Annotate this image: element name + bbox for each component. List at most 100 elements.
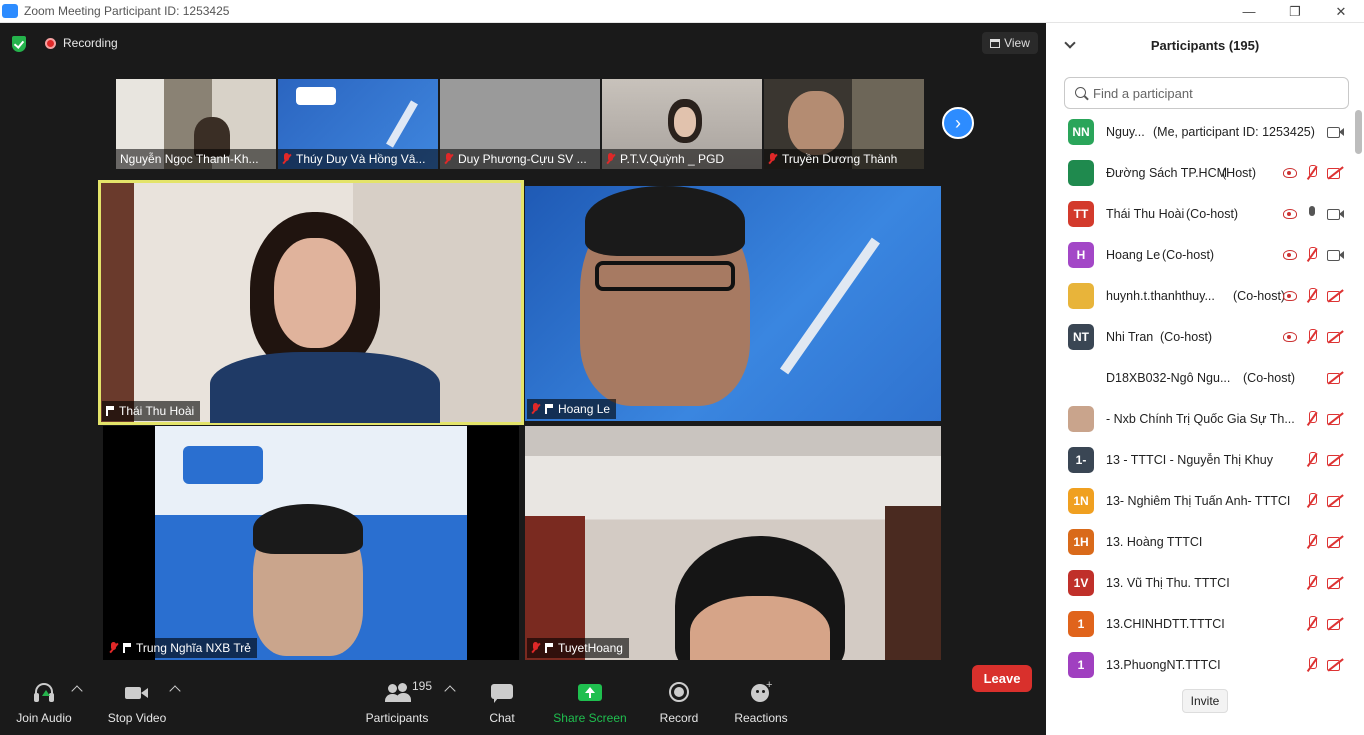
recording-cloud-icon (1283, 290, 1297, 301)
restore-button[interactable]: ❐ (1272, 0, 1318, 23)
mic-muted-icon[interactable] (1305, 329, 1319, 344)
share-screen-label: Share Screen (553, 711, 627, 725)
sach-logo-icon (296, 87, 336, 105)
video-tile[interactable]: TuyetHoang (525, 426, 941, 660)
video-on-icon[interactable] (1327, 126, 1344, 138)
search-icon (1075, 87, 1086, 98)
participant-avatar (1068, 159, 1094, 186)
participant-search[interactable] (1064, 77, 1349, 109)
video-thumbnail[interactable]: Truyền Dương Thành (764, 79, 924, 169)
tile-name-label: Trung Nghĩa NXB Trẻ (105, 638, 257, 658)
mic-muted-icon[interactable] (1305, 616, 1319, 631)
mic-muted-icon[interactable] (1305, 657, 1319, 672)
mic-muted-icon[interactable] (1305, 165, 1319, 180)
door-graphic (885, 506, 941, 660)
video-off-icon[interactable] (1327, 331, 1344, 343)
minimize-button[interactable]: — (1226, 0, 1272, 23)
participant-avatar: 1 (1068, 651, 1094, 678)
video-on-icon[interactable] (1327, 208, 1344, 220)
video-thumbnail[interactable]: P.T.V.Quỳnh _ PGD (602, 79, 762, 169)
mic-muted-icon[interactable] (1305, 247, 1319, 262)
video-off-icon[interactable] (1327, 577, 1344, 589)
video-camera-icon (124, 681, 150, 705)
video-tile[interactable]: Hoang Le (525, 186, 941, 421)
video-off-icon[interactable] (1327, 372, 1344, 384)
video-off-icon[interactable] (1327, 659, 1344, 671)
next-page-arrow-icon[interactable]: › (942, 107, 974, 139)
mic-muted-icon[interactable] (1305, 452, 1319, 467)
participant-avatar: 1N (1068, 487, 1094, 514)
mic-muted-icon[interactable] (1305, 288, 1319, 303)
mic-icon[interactable] (1305, 206, 1319, 221)
video-thumbnail[interactable]: Duy Phương-Cựu SV ... (440, 79, 600, 169)
participant-row[interactable]: Đường Sách TP.HCM (Host) (1046, 152, 1356, 193)
thumbnail-name: Nguyễn Ngọc Thanh-Kh... (116, 149, 276, 169)
chat-label: Chat (489, 711, 515, 725)
participant-status-icons (1305, 575, 1344, 590)
participant-row[interactable]: 1 13.PhuongNT.TTTCI (1046, 644, 1356, 685)
video-off-icon[interactable] (1327, 618, 1344, 630)
chat-button[interactable]: Chat (478, 673, 526, 735)
collapse-chevron-icon[interactable] (1064, 37, 1076, 49)
mic-muted-icon[interactable] (1305, 575, 1319, 590)
reactions-button[interactable]: + Reactions (730, 673, 792, 735)
participant-row[interactable]: 1H 13. Hoàng TTTCI (1046, 521, 1356, 562)
recording-label: Recording (63, 36, 118, 50)
participant-row[interactable]: D18XB032-Ngô Ngu... (Co-host) (1046, 357, 1356, 398)
security-shield-icon[interactable] (12, 36, 26, 52)
stop-video-button[interactable]: Stop Video (103, 673, 171, 735)
participant-status-icons (1283, 206, 1344, 221)
invite-button[interactable]: Invite (1182, 689, 1228, 713)
mic-muted-icon[interactable] (1305, 534, 1319, 549)
participant-role: (Co-host) (1233, 288, 1286, 303)
smiley-plus-icon: + (748, 679, 774, 705)
view-button[interactable]: View (982, 32, 1038, 54)
close-button[interactable]: ✕ (1318, 0, 1364, 23)
thumbnail-name: Duy Phương-Cựu SV ... (440, 149, 600, 169)
participant-name: Hoang Le (1106, 247, 1161, 262)
video-thumbnail[interactable]: Nguyễn Ngọc Thanh-Kh... (116, 79, 276, 169)
record-button[interactable]: Record (654, 673, 704, 735)
participant-row[interactable]: NN Nguy... (Me, participant ID: 1253425) (1046, 111, 1356, 152)
thumbnail-name: P.T.V.Quỳnh _ PGD (602, 149, 762, 169)
video-on-icon[interactable] (1327, 249, 1344, 261)
participants-icon (384, 681, 411, 705)
participant-search-input[interactable] (1093, 85, 1333, 101)
mic-muted-icon (109, 642, 118, 654)
video-options-caret-icon[interactable] (169, 685, 181, 697)
participants-options-caret-icon[interactable] (444, 685, 456, 697)
ceiling-graphic (525, 426, 941, 456)
join-audio-button[interactable]: Join Audio (10, 673, 78, 735)
video-tile[interactable]: Trung Nghĩa NXB Trẻ (103, 426, 519, 660)
share-screen-button[interactable]: Share Screen (552, 673, 628, 735)
participant-status-icons (1283, 329, 1344, 344)
video-off-icon[interactable] (1327, 167, 1344, 179)
video-off-icon[interactable] (1327, 454, 1344, 466)
participant-avatar: TT (1068, 200, 1094, 227)
video-off-icon[interactable] (1327, 413, 1344, 425)
participant-avatar: 1- (1068, 446, 1094, 473)
mic-muted-icon[interactable] (1305, 411, 1319, 426)
participant-row[interactable]: TT Thái Thu Hoài (Co-host) (1046, 193, 1356, 234)
participants-scrollbar[interactable] (1355, 110, 1362, 154)
participant-row[interactable]: 1- 13 - TTTCI - Nguyễn Thị Khuy (1046, 439, 1356, 480)
participant-row[interactable]: 1V 13. Vũ Thị Thu. TTTCI (1046, 562, 1356, 603)
video-off-icon[interactable] (1327, 495, 1344, 507)
staircase-graphic (386, 100, 418, 148)
participant-row[interactable]: - Nxb Chính Trị Quốc Gia Sự Th... (1046, 398, 1356, 439)
mic-muted-icon[interactable] (1305, 493, 1319, 508)
chat-bubble-icon (489, 681, 515, 705)
thumbnail-name: Thúy Duy Và Hồng Vâ... (278, 149, 438, 169)
participant-name: Nhi Tran (1106, 329, 1154, 344)
video-thumbnail[interactable]: Thúy Duy Và Hồng Vâ... (278, 79, 438, 169)
participant-row[interactable]: 1 13.CHINHDTT.TTTCI (1046, 603, 1356, 644)
video-tile-active-speaker[interactable]: Thái Thu Hoài (98, 180, 524, 425)
video-off-icon[interactable] (1327, 290, 1344, 302)
participant-name: Nguy... (1106, 124, 1145, 139)
leave-button[interactable]: Leave (972, 665, 1032, 692)
participant-row[interactable]: 1N 13- Nghiêm Thị Tuấn Anh- TTTCI (1046, 480, 1356, 521)
participant-row[interactable]: H Hoang Le (Co-host) (1046, 234, 1356, 275)
participant-row[interactable]: huynh.t.thanhthuy... (Co-host) (1046, 275, 1356, 316)
participant-row[interactable]: NT Nhi Tran (Co-host) (1046, 316, 1356, 357)
video-off-icon[interactable] (1327, 536, 1344, 548)
